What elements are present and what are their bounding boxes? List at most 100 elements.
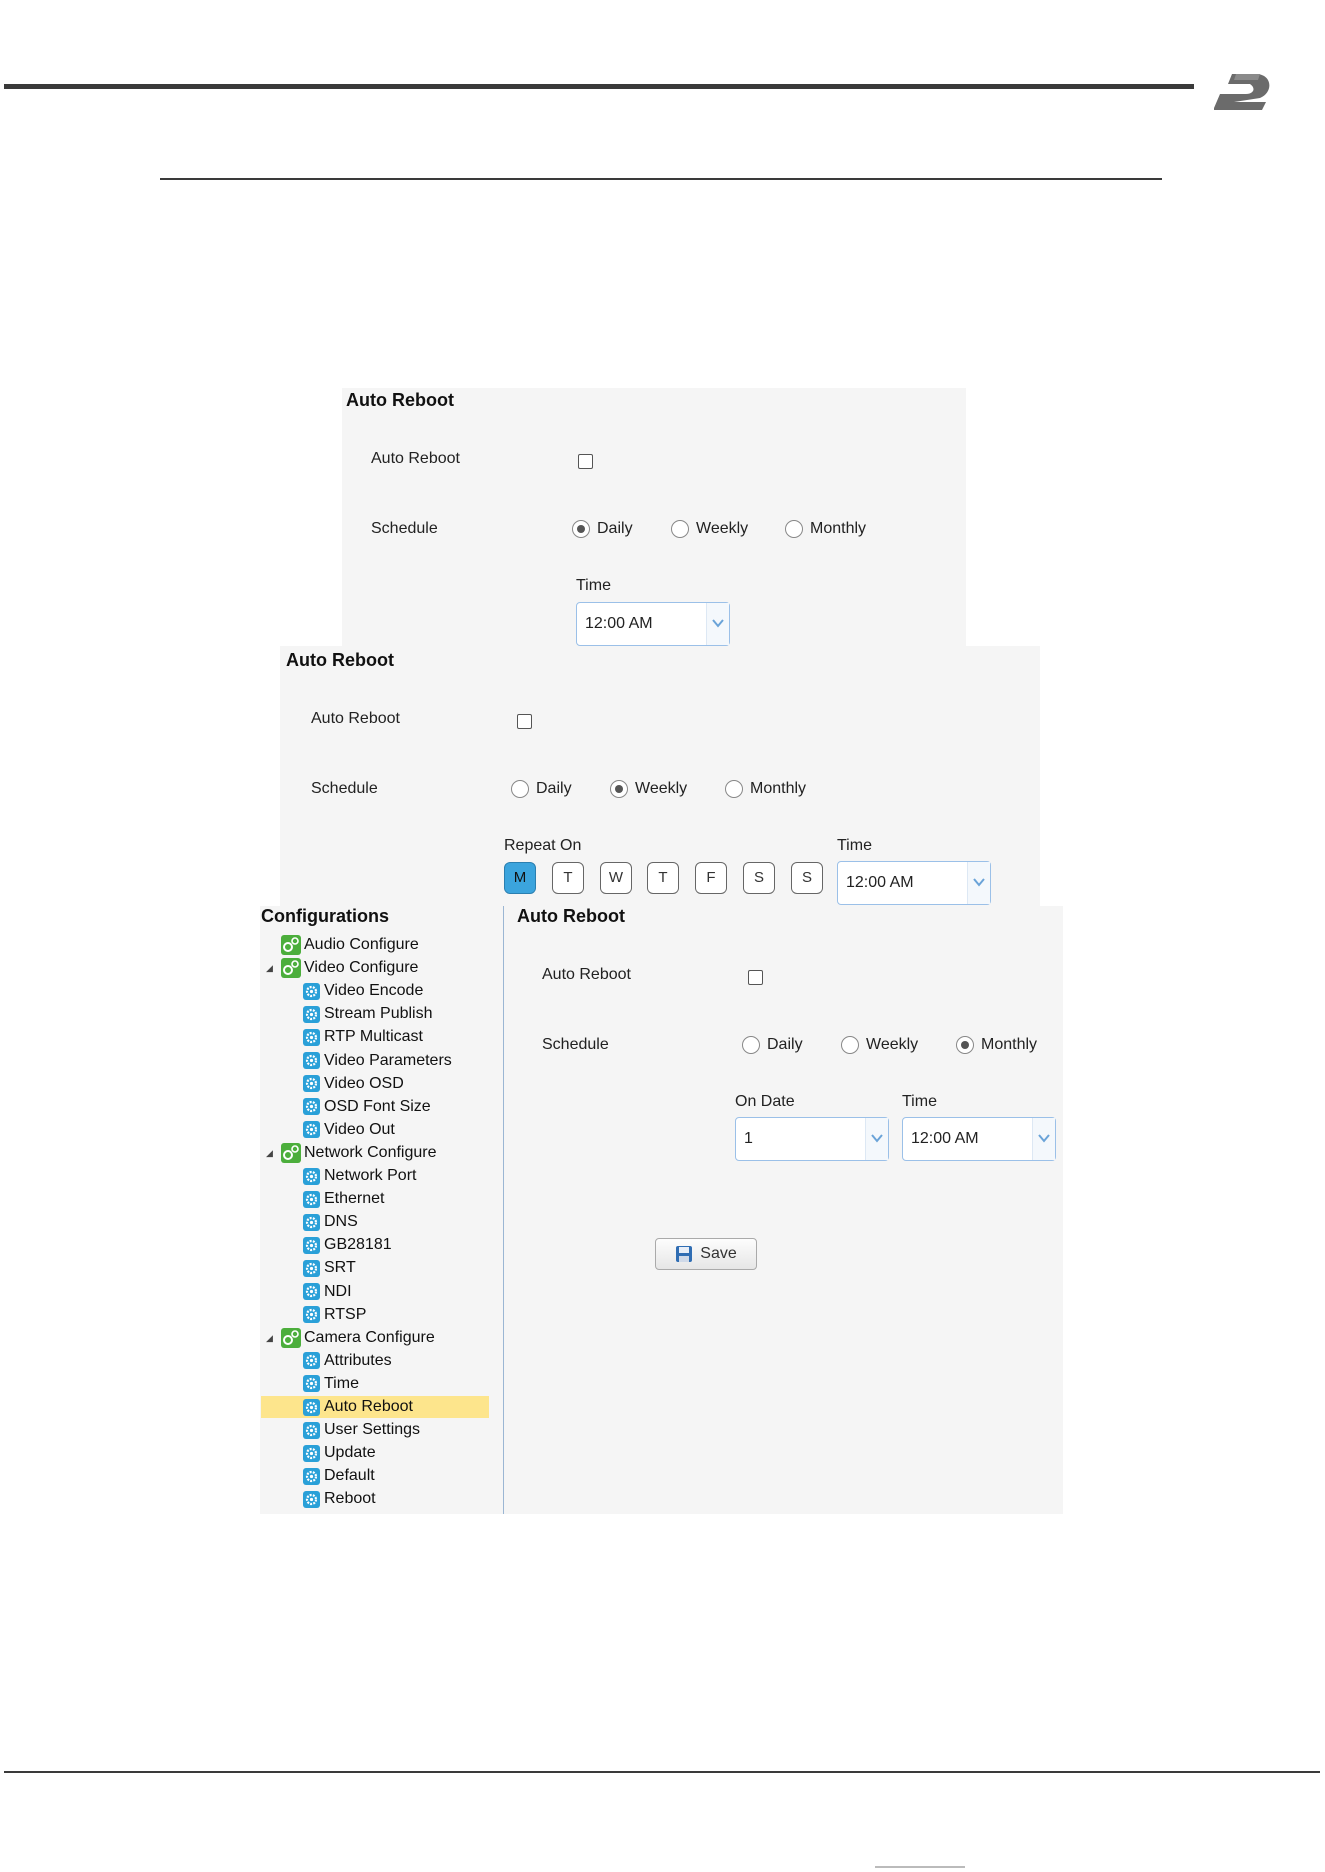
- configurations-panel: Configurations Audio Configure ◢ Video Con…: [260, 906, 1063, 1514]
- tree-item-dns[interactable]: DNS: [303, 1211, 358, 1233]
- tree-group-label: Camera Configure: [304, 1328, 435, 1346]
- tree-item-rtsp[interactable]: RTSP: [303, 1304, 366, 1326]
- tree-item-label: Stream Publish: [324, 1005, 433, 1023]
- tree-item-update[interactable]: Update: [303, 1442, 376, 1464]
- day-button-thu[interactable]: T: [647, 862, 679, 894]
- footer-mark: [875, 1866, 965, 1868]
- day-button-sat[interactable]: S: [743, 862, 775, 894]
- day-button-wed[interactable]: W: [600, 862, 632, 894]
- day-button-fri[interactable]: F: [695, 862, 727, 894]
- gear-icon: [303, 1352, 320, 1370]
- time-select[interactable]: 12:00 AM: [902, 1117, 1056, 1161]
- settings-group-icon: [281, 958, 301, 979]
- tree-item-ethernet[interactable]: Ethernet: [303, 1188, 384, 1210]
- tree-item-ndi[interactable]: NDI: [303, 1281, 352, 1303]
- expand-caret-icon[interactable]: ◢: [266, 1333, 273, 1344]
- expand-caret-icon[interactable]: ◢: [266, 963, 273, 974]
- gear-icon: [303, 1028, 320, 1046]
- radio-label: Daily: [536, 780, 572, 797]
- day-button-sun[interactable]: S: [791, 862, 823, 894]
- tree-item-attributes[interactable]: Attributes: [303, 1350, 392, 1372]
- section-rule: [160, 178, 1162, 180]
- gear-icon: [303, 1283, 320, 1300]
- tree-item-video-parameters[interactable]: Video Parameters: [303, 1050, 452, 1072]
- auto-reboot-label: Auto Reboot: [311, 710, 400, 727]
- radio-indicator: [725, 780, 743, 798]
- tree-group-audio-configure[interactable]: Audio Configure: [281, 934, 419, 956]
- radio-indicator: [742, 1036, 760, 1054]
- tree-item-video-osd[interactable]: Video OSD: [303, 1073, 404, 1095]
- tree-item-label: Video OSD: [324, 1074, 404, 1092]
- repeat-on-label: Repeat On: [504, 837, 582, 854]
- gear-icon: [303, 1236, 320, 1254]
- radio-label: Weekly: [635, 780, 688, 797]
- tree-item-label: Attributes: [324, 1351, 392, 1369]
- tree-item-label: Video Parameters: [324, 1051, 452, 1069]
- settings-group-icon: [281, 1327, 301, 1348]
- radio-monthly[interactable]: Monthly: [725, 780, 806, 798]
- tree-item-user-settings[interactable]: User Settings: [303, 1419, 420, 1441]
- radio-label: Monthly: [810, 520, 867, 537]
- brand-logo-icon: [1206, 64, 1276, 114]
- expand-caret-icon[interactable]: ◢: [266, 1148, 273, 1159]
- radio-daily[interactable]: Daily: [511, 780, 572, 798]
- tree-item-time[interactable]: Time: [303, 1373, 359, 1395]
- time-label: Time: [902, 1093, 937, 1110]
- auto-reboot-checkbox[interactable]: [578, 454, 593, 469]
- tree-item-osd-font-size[interactable]: OSD Font Size: [303, 1096, 431, 1118]
- sidebar-divider: [503, 906, 504, 1514]
- auto-reboot-checkbox[interactable]: [517, 714, 532, 729]
- time-select[interactable]: 12:00 AM: [837, 861, 991, 905]
- header-rule: [4, 84, 1194, 89]
- radio-label: Weekly: [696, 520, 749, 537]
- sidebar-title: Configurations: [261, 906, 389, 926]
- radio-daily[interactable]: Daily: [572, 520, 633, 538]
- tree-item-label: Ethernet: [324, 1190, 385, 1208]
- radio-monthly[interactable]: Monthly: [785, 520, 866, 538]
- tree-group-video-configure[interactable]: Video Configure: [281, 957, 418, 979]
- auto-reboot-label: Auto Reboot: [542, 966, 631, 983]
- radio-label: Monthly: [750, 780, 807, 797]
- tree-item-reboot[interactable]: Reboot: [303, 1488, 376, 1510]
- tree-item-video-out[interactable]: Video Out: [303, 1119, 395, 1141]
- schedule-label: Schedule: [371, 520, 438, 537]
- radio-weekly[interactable]: Weekly: [841, 1036, 918, 1054]
- tree-item-auto-reboot[interactable]: Auto Reboot: [261, 1396, 489, 1418]
- tree-item-network-port[interactable]: Network Port: [303, 1165, 416, 1187]
- time-select[interactable]: 12:00 AM: [576, 602, 730, 646]
- time-value: 12:00 AM: [585, 615, 653, 632]
- radio-daily[interactable]: Daily: [742, 1036, 803, 1054]
- tree-item-video-encode[interactable]: Video Encode: [303, 980, 423, 1002]
- gear-icon: [303, 1190, 320, 1208]
- tree-item-default[interactable]: Default: [303, 1465, 375, 1487]
- tree-item-stream-publish[interactable]: Stream Publish: [303, 1003, 433, 1025]
- tree-item-gb28181[interactable]: GB28181: [303, 1234, 392, 1256]
- tree-item-label: SRT: [324, 1259, 356, 1277]
- time-label: Time: [837, 837, 872, 854]
- save-button[interactable]: Save: [655, 1238, 757, 1270]
- radio-weekly[interactable]: Weekly: [610, 780, 687, 798]
- day-button-tue[interactable]: T: [552, 862, 584, 894]
- radio-weekly[interactable]: Weekly: [671, 520, 748, 538]
- tree-item-label: Reboot: [324, 1490, 376, 1508]
- tree-group-camera-configure[interactable]: Camera Configure: [281, 1327, 435, 1349]
- tree-item-srt[interactable]: SRT: [303, 1257, 356, 1279]
- tree-group-label: Network Configure: [304, 1143, 437, 1161]
- radio-label: Weekly: [866, 1036, 919, 1053]
- radio-monthly[interactable]: Monthly: [956, 1036, 1037, 1054]
- gear-icon: [303, 1421, 320, 1439]
- day-button-mon[interactable]: M: [504, 862, 536, 894]
- gear-icon: [303, 1306, 320, 1324]
- tree-item-label: DNS: [324, 1213, 358, 1231]
- tree-item-rtp-multicast[interactable]: RTP Multicast: [303, 1026, 423, 1048]
- radio-indicator: [956, 1036, 974, 1054]
- auto-reboot-checkbox[interactable]: [748, 970, 763, 985]
- on-date-value: 1: [744, 1130, 753, 1147]
- gear-icon: [303, 1213, 320, 1231]
- on-date-select[interactable]: 1: [735, 1117, 889, 1161]
- chevron-down-icon: [1032, 1118, 1055, 1160]
- tree-item-label: Network Port: [324, 1167, 417, 1184]
- tree-group-network-configure[interactable]: Network Configure: [281, 1142, 437, 1164]
- radio-indicator: [785, 520, 803, 538]
- tree-item-label: User Settings: [324, 1421, 421, 1439]
